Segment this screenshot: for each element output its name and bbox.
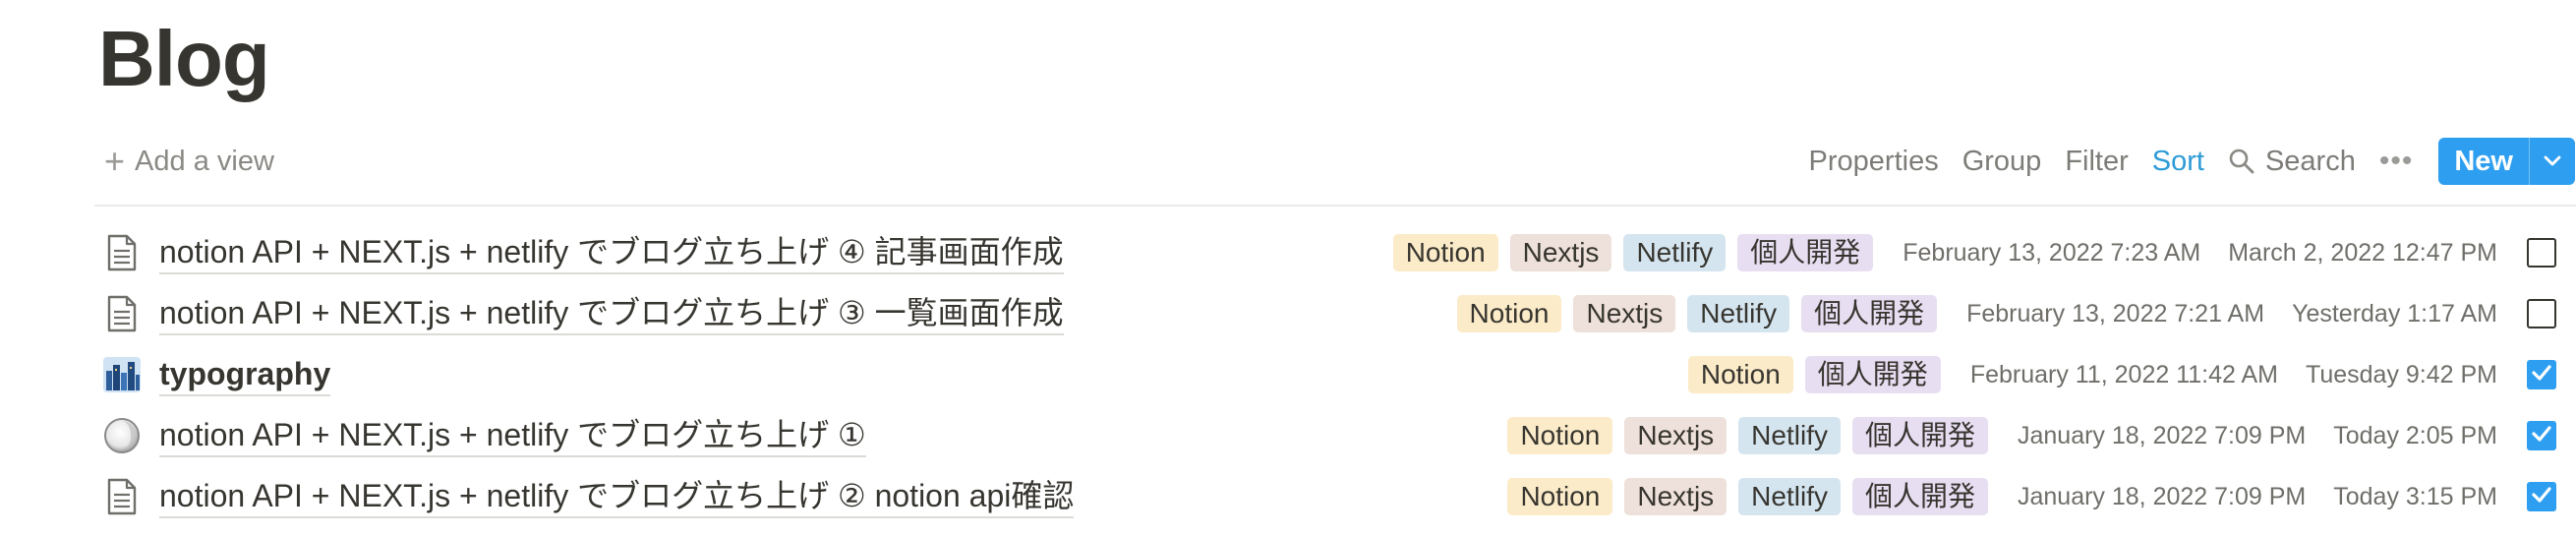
- tag-notion: Notion: [1392, 234, 1498, 271]
- tag-netlify: Netlify: [1738, 417, 1841, 454]
- row-title-link[interactable]: notion API + NEXT.js + netlify でブログ立ち上げ …: [159, 232, 1064, 274]
- tag-list: Notion Nextjs Netlify 個人開発: [1392, 234, 1874, 271]
- tag-netlify: Netlify: [1623, 234, 1727, 271]
- table-row[interactable]: notion API + NEXT.js + netlify でブログ立ち上げ …: [94, 222, 2576, 283]
- last-edited-time: Today 3:15 PM: [2333, 482, 2497, 510]
- created-time: January 18, 2022 7:09 PM: [2017, 482, 2307, 510]
- new-button-group: New: [2438, 138, 2575, 185]
- plus-icon: +: [104, 141, 126, 181]
- row-title-cell: notion API + NEXT.js + netlify でブログ立ち上げ …: [102, 474, 1075, 519]
- created-time: January 18, 2022 7:09 PM: [2017, 421, 2307, 449]
- tag-notion: Notion: [1456, 295, 1562, 332]
- tag-kojin: 個人開発: [1801, 295, 1938, 332]
- last-edited-time: Today 2:05 PM: [2333, 421, 2497, 449]
- tag-netlify: Netlify: [1738, 478, 1841, 515]
- row-properties: Notion Nextjs Netlify 個人開発 February 13, 2022…: [1392, 230, 2576, 275]
- row-title-cell: typography: [102, 352, 331, 397]
- created-time: February 11, 2022 11:42 AM: [1969, 360, 2278, 388]
- tag-kojin: 個人開発: [1804, 356, 1941, 393]
- row-title-link[interactable]: notion API + NEXT.js + netlify でブログ立ち上げ …: [159, 476, 1075, 518]
- tag-nextjs: Nextjs: [1509, 234, 1612, 271]
- published-checkbox[interactable]: [2527, 421, 2556, 450]
- document-icon: [102, 477, 142, 516]
- tag-notion: Notion: [1507, 478, 1613, 515]
- filter-button[interactable]: Filter: [2065, 146, 2128, 178]
- published-checkbox[interactable]: [2527, 299, 2556, 328]
- row-properties: Notion Nextjs Netlify 個人開発 February 13, 2022…: [1456, 291, 2576, 336]
- properties-button[interactable]: Properties: [1809, 146, 1939, 178]
- row-properties: Notion Nextjs Netlify 個人開発 January 18, 2022 …: [1507, 413, 2576, 458]
- row-properties: Notion 個人開発 February 11, 2022 11:42 AM Tues…: [1687, 352, 2576, 397]
- document-icon: [102, 294, 142, 333]
- tag-notion: Notion: [1687, 356, 1793, 393]
- table-rows: notion API + NEXT.js + netlify でブログ立ち上げ …: [94, 222, 2576, 527]
- published-checkbox[interactable]: [2527, 238, 2556, 268]
- row-properties: Notion Nextjs Netlify 個人開発 January 18, 2022 …: [1507, 474, 2576, 519]
- tag-nextjs: Nextjs: [1624, 417, 1727, 454]
- search-button[interactable]: Search: [2228, 146, 2356, 178]
- table-row[interactable]: notion API + NEXT.js + netlify でブログ立ち上げ …: [94, 405, 2576, 466]
- sort-button[interactable]: Sort: [2152, 146, 2204, 178]
- last-edited-time: Yesterday 1:17 AM: [2292, 299, 2497, 328]
- add-view-button[interactable]: + Add a view: [104, 142, 274, 181]
- row-title-link[interactable]: typography: [159, 354, 331, 396]
- published-checkbox[interactable]: [2527, 360, 2556, 389]
- created-time: February 13, 2022 7:23 AM: [1903, 238, 2201, 267]
- tag-notion: Notion: [1507, 417, 1613, 454]
- more-options-icon[interactable]: •••: [2379, 145, 2414, 178]
- published-checkbox[interactable]: [2527, 482, 2556, 511]
- city-image-icon: [102, 355, 142, 394]
- view-bar: + Add a view Properties Group Filter Sor…: [94, 126, 2576, 195]
- last-edited-time: Tuesday 9:42 PM: [2305, 360, 2497, 388]
- tag-list: Notion Nextjs Netlify 個人開発: [1456, 295, 1938, 332]
- row-title-cell: notion API + NEXT.js + netlify でブログ立ち上げ …: [102, 230, 1064, 275]
- table-row[interactable]: notion API + NEXT.js + netlify でブログ立ち上げ …: [94, 283, 2576, 344]
- new-button[interactable]: New: [2438, 138, 2529, 185]
- tag-kojin: 個人開発: [1851, 417, 1988, 454]
- checkmark-icon: [2531, 425, 2552, 448]
- toolbar: Properties Group Filter Sort Search ••• …: [1809, 138, 2575, 185]
- tag-netlify: Netlify: [1687, 295, 1790, 332]
- checkmark-icon: [2531, 486, 2552, 508]
- table-row[interactable]: notion API + NEXT.js + netlify でブログ立ち上げ …: [94, 466, 2576, 527]
- table-row[interactable]: typography Notion 個人開発 February 11, 2022 11…: [94, 344, 2576, 405]
- document-icon: [102, 233, 142, 272]
- tag-nextjs: Nextjs: [1624, 478, 1727, 515]
- new-dropdown-button[interactable]: [2529, 138, 2575, 185]
- view-divider: [94, 205, 2576, 207]
- last-edited-time: March 2, 2022 12:47 PM: [2228, 238, 2497, 267]
- row-title-cell: notion API + NEXT.js + netlify でブログ立ち上げ …: [102, 413, 866, 458]
- tag-list: Notion Nextjs Netlify 個人開発: [1507, 478, 1988, 515]
- add-view-label: Add a view: [135, 145, 274, 177]
- tag-kojin: 個人開発: [1737, 234, 1874, 271]
- search-label: Search: [2264, 145, 2356, 177]
- tag-list: Notion Nextjs Netlify 個人開発: [1507, 417, 1988, 454]
- checkmark-icon: [2531, 364, 2552, 387]
- created-time: February 13, 2022 7:21 AM: [1966, 299, 2265, 328]
- search-icon: [2228, 148, 2255, 175]
- moon-circle-icon: [102, 416, 142, 455]
- tag-nextjs: Nextjs: [1573, 295, 1676, 332]
- chevron-down-icon: [2543, 149, 2562, 174]
- page-title: Blog: [98, 15, 270, 102]
- tag-list: Notion 個人開発: [1687, 356, 1941, 393]
- tag-kojin: 個人開発: [1851, 478, 1988, 515]
- group-button[interactable]: Group: [1962, 146, 2042, 178]
- row-title-link[interactable]: notion API + NEXT.js + netlify でブログ立ち上げ …: [159, 293, 1064, 335]
- row-title-cell: notion API + NEXT.js + netlify でブログ立ち上げ …: [102, 291, 1064, 336]
- row-title-link[interactable]: notion API + NEXT.js + netlify でブログ立ち上げ …: [159, 415, 866, 457]
